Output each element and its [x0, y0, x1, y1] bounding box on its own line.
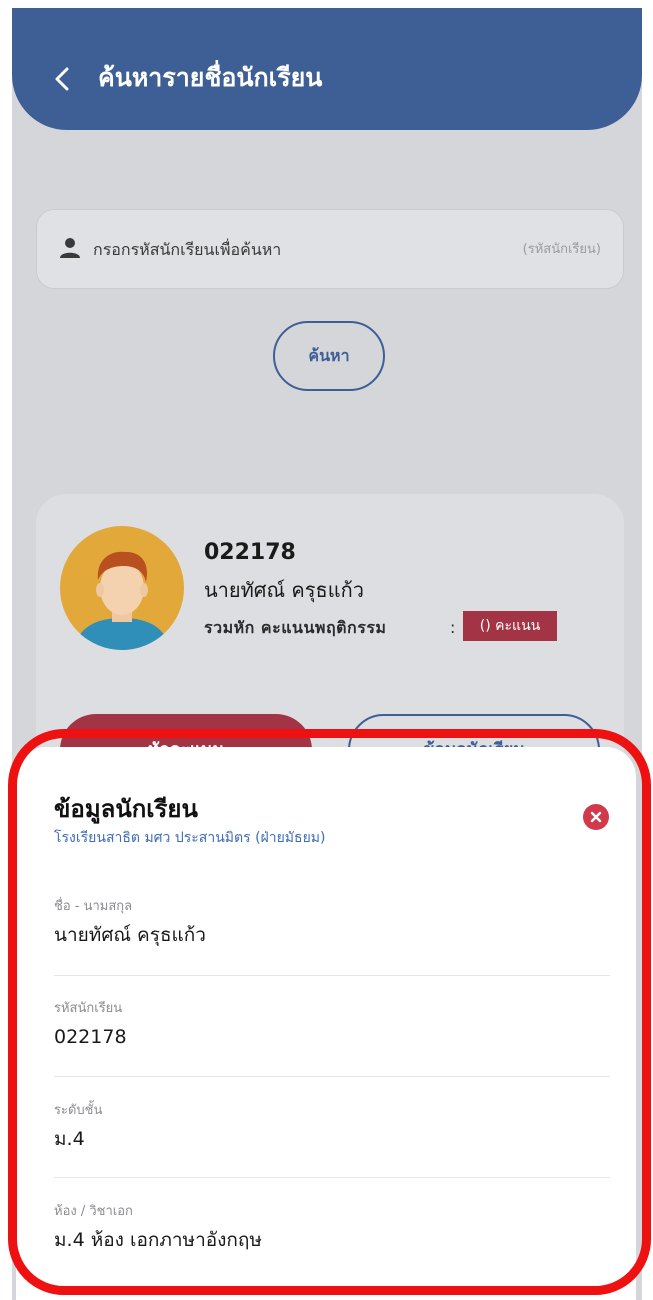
- person-icon: [59, 237, 81, 259]
- student-name: นายทัศณ์ ครุธแก้ว: [204, 578, 364, 602]
- field-label: ห้อง / วิชาเอก: [54, 1204, 133, 1219]
- field-value: 022178: [54, 1026, 127, 1048]
- page-title: ค้นหารายชื่อนักเรียน: [98, 63, 323, 92]
- field-value: ม.4 ห้อง เอกภาษาอังกฤษ: [54, 1229, 262, 1251]
- field-value: นายทัศณ์ ครุธแก้ว: [54, 924, 206, 946]
- chevron-left-icon[interactable]: [52, 64, 74, 94]
- student-avatar: [60, 526, 184, 650]
- divider: [54, 1177, 610, 1178]
- app-screen: ค้นหารายชื่อนักเรียน กรอกรหัสนักเรียนเพื…: [12, 8, 642, 1300]
- close-icon[interactable]: [583, 804, 609, 830]
- student-info-sheet: ข้อมูลนักเรียน โรงเรียนสาธิต มศว ประสานม…: [16, 747, 636, 1300]
- divider: [54, 975, 610, 976]
- search-placeholder: กรอกรหัสนักเรียนเพื่อค้นหา: [93, 240, 282, 259]
- divider: [54, 1076, 610, 1077]
- label-separator: :: [450, 618, 456, 637]
- search-hint: (รหัสนักเรียน): [522, 242, 601, 257]
- field-full-name: ชื่อ - นามสกุล นายทัศณ์ ครุธแก้ว: [54, 897, 610, 949]
- app-header: ค้นหารายชื่อนักเรียน: [12, 8, 642, 130]
- sheet-title: ข้อมูลนักเรียน: [54, 795, 198, 823]
- field-grade-level: ระดับชั้น ม.4: [54, 1101, 610, 1153]
- field-student-id: รหัสนักเรียน 022178: [54, 999, 610, 1051]
- field-room-major: ห้อง / วิชาเอก ม.4 ห้อง เอกภาษาอังกฤษ: [54, 1202, 610, 1254]
- total-deduction-label: รวมหัก คะแนนพฤติกรรม: [204, 618, 387, 637]
- field-value: ม.4: [54, 1128, 85, 1150]
- school-name: โรงเรียนสาธิต มศว ประสานมิตร (ฝ่ายมัธยม): [54, 830, 326, 846]
- field-label: รหัสนักเรียน: [54, 1001, 123, 1016]
- search-input[interactable]: กรอกรหัสนักเรียนเพื่อค้นหา (รหัสนักเรียน…: [36, 209, 624, 289]
- student-id: 022178: [204, 540, 296, 565]
- field-label: ระดับชั้น: [54, 1103, 103, 1118]
- score-badge: () คะแนน: [463, 611, 557, 641]
- search-button[interactable]: ค้นหา: [273, 321, 385, 391]
- field-label: ชื่อ - นามสกุล: [54, 899, 133, 914]
